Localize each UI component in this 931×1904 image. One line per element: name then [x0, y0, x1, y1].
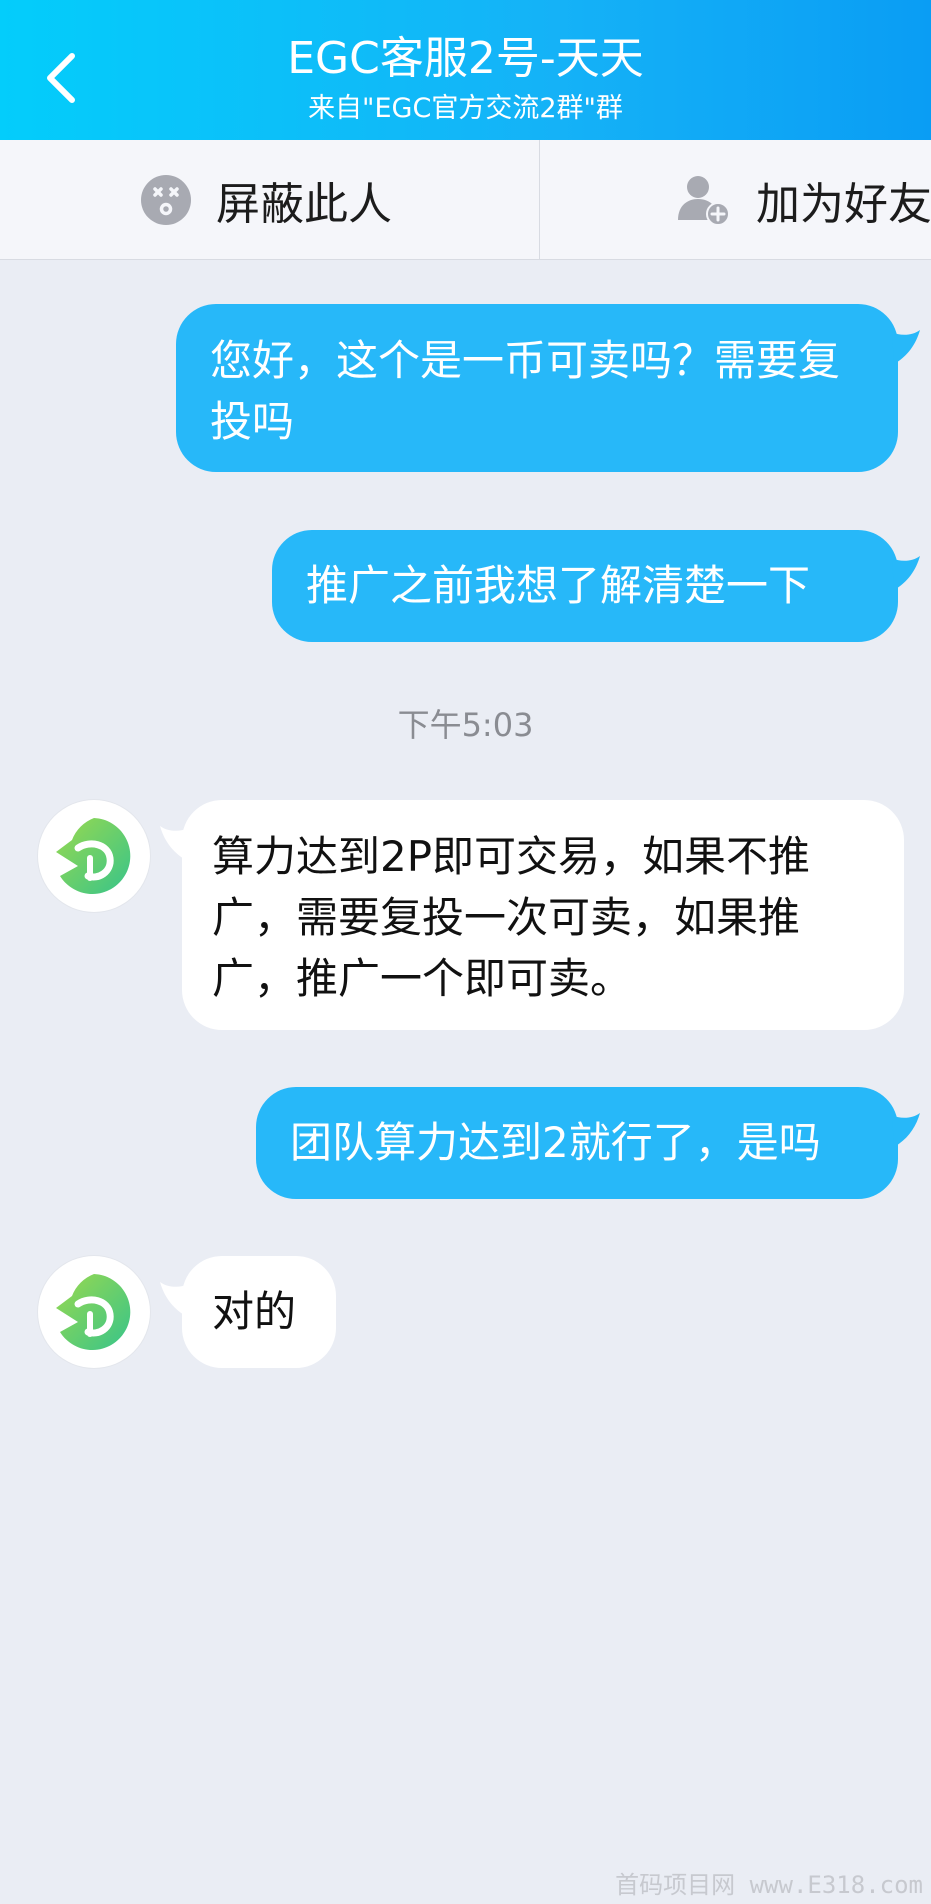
action-divider [539, 140, 540, 259]
outgoing-message-bubble[interactable]: 您好，这个是一币可卖吗？需要复投吗 [176, 304, 898, 472]
incoming-message-bubble[interactable]: 算力达到2P即可交易，如果不推广，需要复投一次可卖，如果推广，推广一个即可卖。 [182, 800, 904, 1030]
add-friend-button[interactable]: 加为好友 [676, 140, 931, 259]
egc-logo-icon [44, 806, 144, 906]
outgoing-message-bubble[interactable]: 团队算力达到2就行了，是吗 [256, 1087, 898, 1199]
incoming-message-bubble[interactable]: 对的 [182, 1256, 336, 1368]
avatar[interactable] [38, 800, 150, 912]
outgoing-message-bubble[interactable]: 推广之前我想了解清楚一下 [272, 530, 898, 642]
bubble-tail [892, 330, 920, 364]
block-user-button[interactable]: 屏蔽此人 [140, 140, 392, 259]
add-friend-icon [678, 175, 730, 226]
message-text: 团队算力达到2就行了，是吗 [290, 1118, 821, 1167]
avatar[interactable] [38, 1256, 150, 1368]
add-friend-label: 加为好友 [756, 178, 931, 230]
message-text: 您好，这个是一币可卖吗？需要复投吗 [210, 336, 841, 446]
bubble-tail [892, 1113, 920, 1147]
bubble-tail [892, 556, 920, 590]
chat-title: EGC客服2号-天天 [287, 33, 644, 84]
message-timestamp: 下午5:03 [397, 706, 534, 744]
chat-subtitle: 来自"EGC官方交流2群"群 [308, 93, 623, 124]
message-text: 算力达到2P即可交易，如果不推广，需要复投一次可卖，如果推广，推广一个即可卖。 [212, 832, 811, 1003]
block-face-icon [141, 174, 191, 225]
action-bar: 屏蔽此人 加为好友 [0, 140, 931, 260]
block-user-label: 屏蔽此人 [216, 178, 392, 230]
message-text: 推广之前我想了解清楚一下 [306, 561, 811, 610]
chat-header: EGC客服2号-天天 来自"EGC官方交流2群"群 [0, 0, 931, 140]
message-text: 对的 [212, 1287, 297, 1336]
egc-logo-icon [44, 1262, 144, 1362]
watermark: 首码项目网 www.E318.com [615, 1871, 923, 1899]
